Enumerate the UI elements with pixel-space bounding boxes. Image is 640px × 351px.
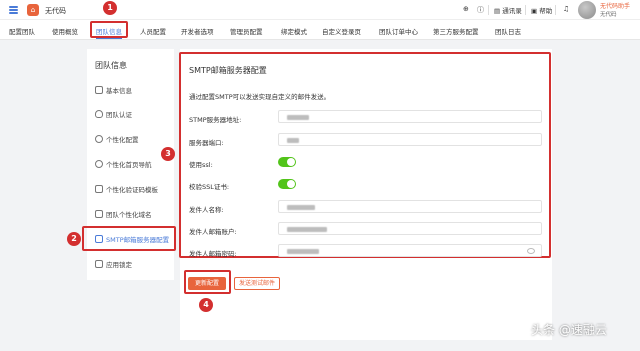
left-item-captcha-template[interactable]: 个性化验证码模板 [95, 183, 158, 195]
user-role: 无代码 [600, 12, 617, 18]
divider [555, 5, 556, 15]
left-panel-title: 团队信息 [95, 61, 127, 70]
left-item-label: 团队认证 [106, 111, 132, 119]
redacted-value [287, 249, 319, 254]
sender-account-label: 发件人邮箱账户: [189, 228, 237, 236]
info-icon[interactable]: ⓘ [477, 5, 484, 15]
left-item-label: 个性化配置 [106, 136, 139, 144]
redacted-value [287, 205, 315, 210]
bell-icon[interactable]: ♫ [563, 5, 569, 13]
left-item-custom-domain[interactable]: 团队个性化域名 [95, 208, 152, 220]
left-item-label: 个性化验证码模板 [106, 186, 158, 194]
tab-usage-overview[interactable]: 使用概览 [52, 26, 78, 36]
tab-binding-mode[interactable]: 绑定模式 [281, 26, 307, 36]
annotation-box-left [82, 226, 176, 251]
left-item-home-nav[interactable]: 个性化首页导航 [95, 158, 152, 170]
home-icon[interactable]: ⌂ [27, 4, 39, 16]
top-bar: ⌂ 无代码 ⊕ ⓘ ▤ 通讯录 ▣ 帮助 ♫ 无代码助手 无代码 [0, 0, 640, 20]
user-name[interactable]: 无代码助手 [600, 1, 630, 10]
divider [488, 5, 489, 15]
left-item-personalization[interactable]: 个性化配置 [95, 133, 139, 145]
use-ssl-label: 使用ssl: [189, 161, 213, 169]
tab-developer-options[interactable]: 开发者选项 [181, 26, 214, 36]
left-item-label: 基本信息 [106, 87, 132, 95]
address-book-button[interactable]: ▤ 通讯录 [494, 5, 522, 15]
annotation-badge-2: 2 [67, 232, 81, 246]
tab-personnel[interactable]: 人员配置 [140, 26, 166, 36]
left-item-basic-info[interactable]: 基本信息 [95, 84, 132, 96]
template-icon [95, 185, 103, 193]
sender-name-input[interactable] [278, 200, 542, 213]
avatar[interactable] [578, 1, 596, 19]
help-label: 帮助 [539, 7, 553, 15]
annotation-badge-1: 1 [103, 1, 117, 15]
app-title: 无代码 [45, 7, 66, 15]
domain-icon [95, 210, 103, 218]
annotation-box-button [184, 270, 231, 294]
tab-team-log[interactable]: 团队日志 [495, 26, 521, 36]
tab-custom-login[interactable]: 自定义登录页 [322, 26, 361, 36]
left-item-label: 应用锁定 [106, 261, 132, 269]
tab-configure-team[interactable]: 配置团队 [9, 26, 35, 36]
shield-icon [95, 110, 103, 118]
verify-ssl-label: 校验SSL证书: [189, 183, 230, 191]
annotation-badge-3: 3 [161, 147, 175, 161]
verify-ssl-toggle[interactable] [278, 179, 296, 189]
annotation-badge-4: 4 [199, 298, 213, 312]
address-book-label: 通讯录 [502, 7, 522, 15]
server-address-input[interactable] [278, 110, 542, 123]
help-button[interactable]: ▣ 帮助 [531, 5, 552, 15]
tab-admin-config[interactable]: 管理员配置 [230, 26, 263, 36]
add-icon[interactable]: ⊕ [463, 5, 469, 13]
lock-icon [95, 260, 103, 268]
eye-icon[interactable] [527, 248, 535, 254]
redacted-value [287, 115, 309, 120]
divider [525, 5, 526, 15]
palette-icon [95, 135, 103, 143]
server-port-input[interactable] [278, 133, 542, 146]
left-item-app-lock[interactable]: 应用锁定 [95, 258, 132, 270]
left-item-label: 个性化首页导航 [106, 161, 152, 169]
sender-password-label: 发件人邮箱密码: [189, 250, 237, 258]
sender-password-input[interactable] [278, 244, 542, 257]
tab-third-party[interactable]: 第三方服务配置 [433, 26, 479, 36]
redacted-value [287, 138, 299, 143]
use-ssl-toggle[interactable] [278, 157, 296, 167]
left-item-team-verify[interactable]: 团队认证 [95, 108, 132, 120]
left-item-label: 团队个性化域名 [106, 211, 152, 219]
send-test-email-button[interactable]: 发送测试邮件 [234, 277, 280, 290]
section-title: SMTP邮箱服务器配置 [189, 66, 267, 75]
server-port-label: 服务器端口: [189, 139, 224, 147]
sender-name-label: 发件人名称: [189, 206, 224, 214]
basic-info-icon [95, 86, 103, 94]
menu-icon[interactable] [9, 6, 18, 14]
watermark: 头条 @速融云 [531, 323, 607, 337]
tab-order-center[interactable]: 团队订单中心 [379, 26, 418, 36]
server-address-label: STMP服务器地址: [189, 116, 242, 124]
compass-icon [95, 160, 103, 168]
redacted-value [287, 227, 327, 232]
sender-account-input[interactable] [278, 222, 542, 235]
section-description: 通过配置SMTP可以发送实现自定义的邮件发送。 [189, 93, 331, 101]
annotation-box-tab [90, 21, 128, 38]
